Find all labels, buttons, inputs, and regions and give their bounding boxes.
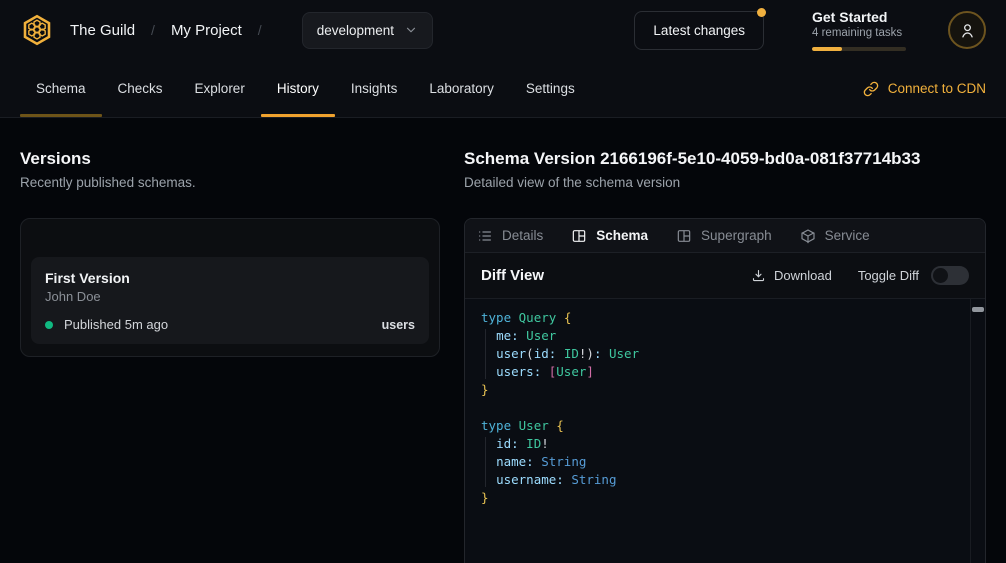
nav-tab-checks[interactable]: Checks — [102, 60, 179, 117]
get-started-title: Get Started — [812, 9, 906, 26]
nav-tabs: Schema Checks Explorer History Insights Labor… — [20, 60, 591, 117]
code-scrollbar-thumb[interactable] — [972, 307, 984, 312]
breadcrumb-separator: / — [151, 22, 155, 38]
code-line: users: [User] — [481, 363, 965, 381]
connect-to-cdn-button[interactable]: Connect to CDN — [863, 60, 986, 117]
service-badge: users — [382, 318, 415, 332]
chevron-down-icon — [404, 23, 418, 37]
toggle-diff-knob — [933, 268, 948, 283]
nav-tab-underline — [20, 114, 102, 117]
version-name: First Version — [45, 269, 415, 287]
latest-changes-label: Latest changes — [653, 23, 745, 38]
detail-tab-service[interactable]: Service — [800, 228, 870, 244]
schema-version-subtitle: Detailed view of the schema version — [464, 174, 986, 192]
schema-version-title: Schema Version 2166196f-5e10-4059-bd0a-0… — [464, 148, 986, 170]
nav-tab-history[interactable]: History — [261, 60, 335, 117]
detail-tab-schema[interactable]: Schema — [571, 228, 648, 244]
version-detail-column: Schema Version 2166196f-5e10-4059-bd0a-0… — [464, 148, 986, 563]
download-label: Download — [774, 268, 832, 283]
nav-tab-label: Settings — [526, 81, 575, 96]
nav-tab-schema[interactable]: Schema — [20, 60, 102, 117]
download-icon — [751, 268, 766, 283]
detail-tab-label: Supergraph — [701, 228, 772, 243]
cube-icon — [800, 228, 816, 244]
code-line — [481, 399, 965, 417]
target-selector-dropdown[interactable]: development — [302, 12, 433, 49]
list-icon — [477, 228, 493, 244]
org-breadcrumb-link[interactable]: The Guild — [70, 22, 135, 39]
user-menu-button[interactable] — [948, 11, 986, 49]
version-list-item[interactable]: First Version John Doe Published 5m ago … — [31, 257, 429, 344]
link-icon — [863, 81, 879, 97]
versions-title: Versions — [20, 148, 440, 170]
indent-guide — [485, 437, 486, 487]
detail-tab-supergraph[interactable]: Supergraph — [676, 228, 772, 244]
code-line: user(id: ID!): User — [481, 345, 965, 363]
download-button[interactable]: Download — [751, 268, 832, 283]
code-line: name: String — [481, 453, 965, 471]
detail-tab-details[interactable]: Details — [477, 228, 543, 244]
nav-tab-label: Explorer — [195, 81, 245, 96]
get-started-progress-fill — [812, 47, 842, 51]
notification-dot — [757, 8, 766, 17]
code-line: } — [481, 381, 965, 399]
diff-view-title: Diff View — [481, 267, 544, 284]
code-line: type User { — [481, 417, 965, 435]
get-started-progress-bar — [812, 47, 906, 51]
code-line: me: User — [481, 327, 965, 345]
person-icon — [959, 22, 976, 39]
versions-list-card: First Version John Doe Published 5m ago … — [20, 218, 440, 357]
detail-tab-label: Service — [825, 228, 870, 243]
project-breadcrumb-link[interactable]: My Project — [171, 22, 242, 39]
columns-icon — [571, 228, 587, 244]
columns-icon — [676, 228, 692, 244]
toggle-diff-switch[interactable] — [931, 266, 969, 285]
latest-changes-button[interactable]: Latest changes — [634, 11, 764, 50]
diff-view-header: Diff View Download Toggle Diff — [465, 253, 985, 299]
target-selector-value: development — [317, 23, 394, 38]
nav-tab-underline — [261, 114, 335, 117]
code-line: type Query { — [481, 309, 965, 327]
nav-tab-label: History — [277, 81, 319, 96]
nav-tab-insights[interactable]: Insights — [335, 60, 414, 117]
connect-to-cdn-label: Connect to CDN — [888, 81, 986, 96]
version-detail-tabs: Details Schema Supergraph Service — [465, 219, 985, 253]
top-bar: The Guild / My Project / development Lat… — [0, 0, 1006, 60]
versions-column: Versions Recently published schemas. Fir… — [20, 148, 440, 563]
project-nav: Schema Checks Explorer History Insights Labor… — [0, 60, 1006, 118]
code-line: id: ID! — [481, 435, 965, 453]
indent-guide — [485, 329, 486, 379]
schema-version-panel: Details Schema Supergraph Service Diff View… — [464, 218, 986, 563]
nav-tab-laboratory[interactable]: Laboratory — [413, 60, 510, 117]
version-status: Published 5m ago — [64, 317, 168, 332]
detail-tab-label: Schema — [596, 228, 648, 243]
versions-subtitle: Recently published schemas. — [20, 174, 440, 192]
main-content: Versions Recently published schemas. Fir… — [0, 118, 1006, 563]
published-status-dot — [45, 321, 53, 329]
get-started-widget[interactable]: Get Started 4 remaining tasks — [812, 9, 906, 51]
nav-tab-explorer[interactable]: Explorer — [179, 60, 261, 117]
nav-tab-label: Checks — [118, 81, 163, 96]
code-line: } — [481, 489, 965, 507]
toggle-diff-label: Toggle Diff — [858, 268, 919, 283]
detail-tab-label: Details — [502, 228, 543, 243]
breadcrumb-separator: / — [258, 22, 262, 38]
nav-tab-label: Laboratory — [429, 81, 494, 96]
version-author: John Doe — [45, 289, 415, 305]
nav-tab-settings[interactable]: Settings — [510, 60, 591, 117]
nav-tab-label: Insights — [351, 81, 398, 96]
schema-code-viewer[interactable]: type Query { me: User user(id: ID!): Use… — [465, 299, 985, 563]
get-started-subtitle: 4 remaining tasks — [812, 26, 906, 41]
code-scrollbar-track[interactable] — [970, 299, 985, 563]
nav-tab-label: Schema — [36, 81, 86, 96]
hive-logo-icon[interactable] — [20, 13, 54, 47]
code-content: type Query { me: User user(id: ID!): Use… — [481, 309, 965, 507]
code-line: username: String — [481, 471, 965, 489]
